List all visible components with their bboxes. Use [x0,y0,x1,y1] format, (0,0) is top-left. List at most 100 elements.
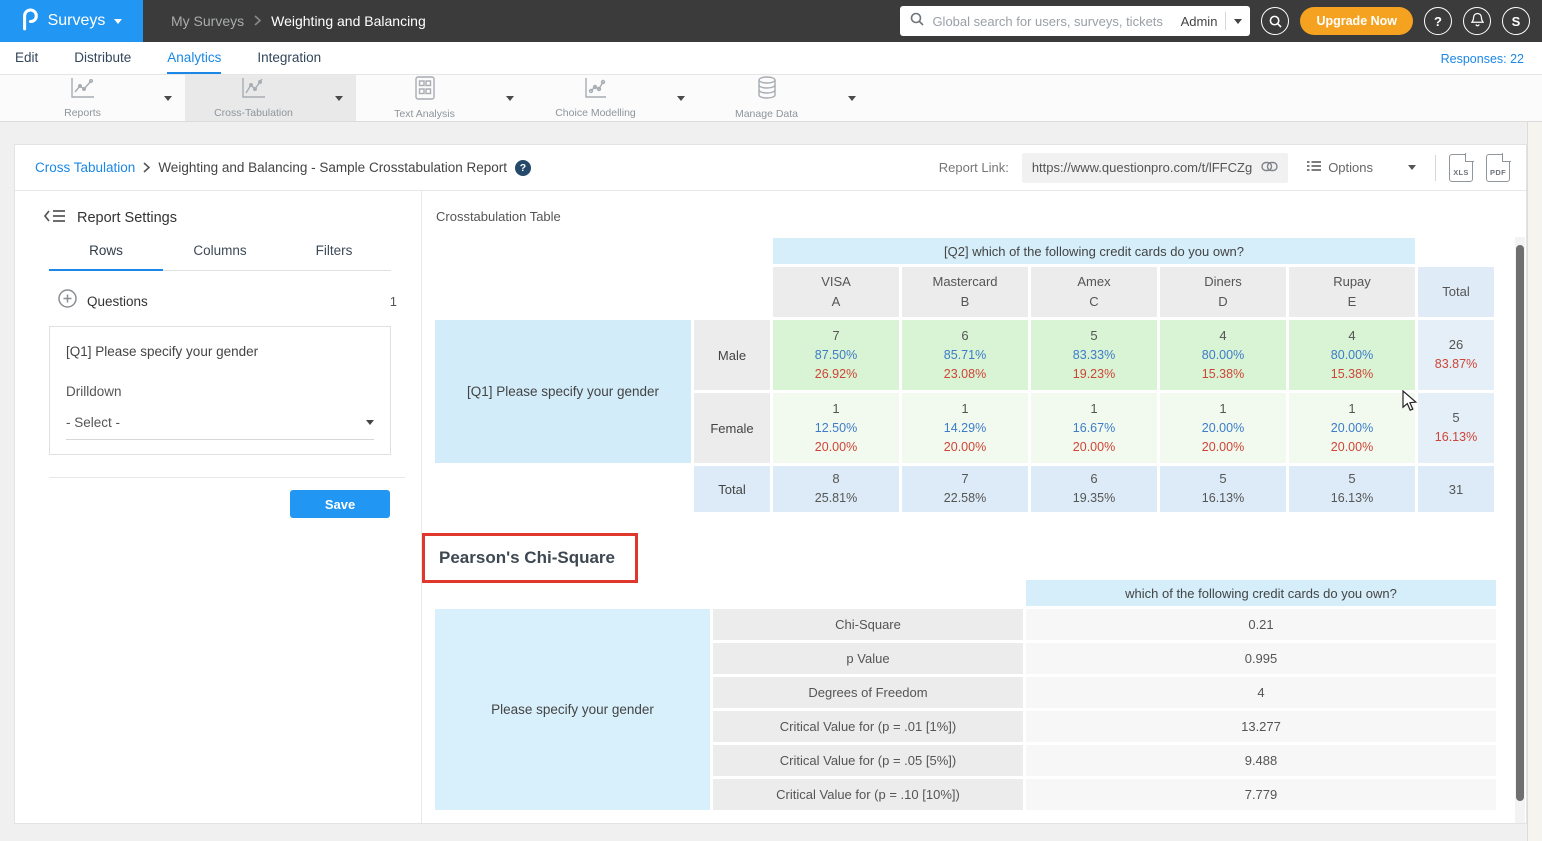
search-scope-label[interactable]: Admin [1181,14,1218,29]
data-cell: 480.00%15.38% [1289,320,1415,390]
row-total-cell: 2683.87% [1418,320,1494,390]
report-header: Cross Tabulation Weighting and Balancing… [15,145,1526,191]
options-dropdown-icon [1408,165,1416,170]
row-label-male: Male [694,320,770,390]
questions-count: 1 [390,294,397,309]
window-scroll-gutter [1527,122,1542,841]
chi-stat-label: Critical Value for (p = .01 [1%]) [713,711,1023,742]
title-help-icon[interactable]: ? [515,160,531,176]
nav-item-distribute[interactable]: Distribute [74,50,131,74]
nav-item-edit[interactable]: Edit [15,50,38,74]
chi-stat-value: 0.995 [1026,643,1496,674]
total-column-header: Total [1418,267,1494,317]
select-dropdown-icon [366,420,374,425]
notifications-button[interactable] [1463,7,1491,35]
crosstab-chart-icon [241,77,267,104]
help-button[interactable]: ? [1424,7,1452,35]
product-name: Surveys [48,12,106,30]
data-cell: 787.50%26.92% [773,320,899,390]
save-row: Save [15,490,390,518]
data-cell: 480.00%15.38% [1160,320,1286,390]
crosstab-section-title: Crosstabulation Table [436,209,561,224]
search-input[interactable] [932,14,1172,29]
reports-dropdown[interactable] [151,75,185,121]
toolbar-text-analysis: Text Analysis [356,75,527,121]
responses-count[interactable]: Responses: 22 [1441,52,1524,66]
column-header: DinersD [1160,267,1286,317]
analytics-toolbar: Reports Cross-Tabulation Text Analysis C… [0,75,1542,122]
divider [49,477,405,478]
search-scope-dropdown-icon[interactable] [1234,19,1242,24]
toolbar-label: Cross-Tabulation [214,107,293,119]
toolbar-label: Reports [64,107,101,119]
manage-data-dropdown[interactable] [835,75,869,121]
row-question-cell: [Q1] Please specify your gender [435,320,691,463]
pdf-icon: PDF [1490,168,1506,181]
data-cell: 583.33%19.23% [1031,320,1157,390]
cross-tabulation-link[interactable]: Cross Tabulation [35,160,135,175]
tab-rows[interactable]: Rows [49,243,163,271]
data-cell: 685.71%23.08% [902,320,1028,390]
toolbar-cross-tabulation-button[interactable]: Cross-Tabulation [185,75,322,121]
toolbar-text-analysis-button[interactable]: Text Analysis [356,75,493,121]
report-url-box[interactable]: https://www.questionpro.com/t/lFFCZg [1022,153,1288,183]
export-pdf-button[interactable]: PDF [1486,154,1510,182]
column-header: AmexC [1031,267,1157,317]
divider [1225,12,1226,30]
choice-modelling-dropdown[interactable] [664,75,698,121]
avatar[interactable]: S [1502,7,1530,35]
total-cell: 516.13% [1289,466,1415,512]
questions-label: Questions [87,294,148,309]
scrollbar-thumb[interactable] [1516,245,1524,801]
question-item[interactable]: [Q1] Please specify your gender Drilldow… [49,326,391,455]
add-question-icon[interactable] [58,289,77,313]
tab-columns[interactable]: Columns [163,243,277,270]
questionpro-logo-icon [21,6,39,37]
cross-tabulation-dropdown[interactable] [322,75,356,121]
survey-nav: Edit Distribute Analytics Integration Re… [0,42,1542,75]
heading-text: Pearson's Chi-Square [439,548,615,568]
tab-filters[interactable]: Filters [277,243,391,270]
report-url[interactable]: https://www.questionpro.com/t/lFFCZg [1032,160,1252,175]
top-bar-actions: Admin Upgrade Now ? S [900,6,1530,36]
database-icon [756,76,778,105]
drilldown-select[interactable]: - Select - [66,415,374,440]
report-card: Cross Tabulation Weighting and Balancing… [14,144,1527,824]
total-cell: 619.35% [1031,466,1157,512]
global-search: Admin [900,6,1250,36]
toolbar-label: Manage Data [735,108,798,120]
scatter-chart-icon [584,77,608,104]
options-button[interactable]: Options [1301,160,1422,175]
upgrade-now-button[interactable]: Upgrade Now [1300,7,1413,35]
text-analysis-dropdown[interactable] [493,75,527,121]
chi-stat-value: 4 [1026,677,1496,708]
report-link-label: Report Link: [939,160,1009,175]
options-label: Options [1328,160,1373,175]
toolbar-cross-tabulation: Cross-Tabulation [185,75,356,121]
product-switcher[interactable]: Surveys [0,0,143,42]
nav-item-integration[interactable]: Integration [257,50,321,74]
save-button[interactable]: Save [290,490,390,518]
toolbar-manage-data-button[interactable]: Manage Data [698,75,835,121]
breadcrumb-my-surveys[interactable]: My Surveys [171,13,244,29]
toolbar-choice-modelling-button[interactable]: Choice Modelling [527,75,664,121]
chi-stat-label: Degrees of Freedom [713,677,1023,708]
toolbar-manage-data: Manage Data [698,75,869,121]
export-xls-button[interactable]: XLS [1449,154,1473,182]
row-label-female: Female [694,393,770,463]
chi-row-header: Please specify your gender [435,609,710,810]
xls-icon: XLS [1453,168,1469,181]
total-cell: 516.13% [1160,466,1286,512]
content-area: Cross Tabulation Weighting and Balancing… [0,122,1542,841]
toolbar-reports-button[interactable]: Reports [14,75,151,121]
chi-stat-value: 13.277 [1026,711,1496,742]
chi-stat-label: p Value [713,643,1023,674]
list-icon [1307,160,1321,175]
document-grid-icon [415,76,435,105]
toolbar-label: Choice Modelling [555,107,636,119]
nav-item-analytics[interactable]: Analytics [167,50,221,74]
drilldown-label: Drilldown [66,384,374,399]
collapse-panel-icon[interactable] [44,209,66,227]
line-chart-icon [70,77,96,104]
search-button[interactable] [1261,7,1289,35]
